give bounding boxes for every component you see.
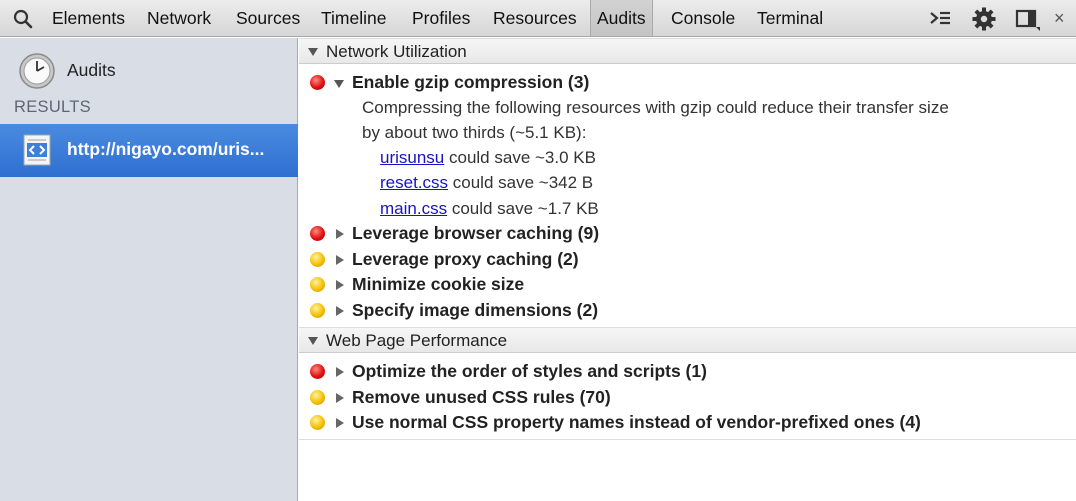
clock-icon [19, 53, 55, 89]
sidebar-result-item[interactable]: http://nigayo.com/uris... [0, 124, 298, 177]
resource-savings: could save ~342 B [452, 173, 594, 192]
resource-savings: could save ~3.0 KB [449, 148, 596, 167]
rule-title: Minimize cookie size [352, 274, 525, 294]
sidebar-audits-label: Audits [67, 60, 116, 80]
tab-console[interactable]: Console [671, 0, 735, 36]
rule-row[interactable]: Leverage proxy caching (2) [299, 248, 1076, 272]
collapsed-arrow-icon[interactable] [336, 393, 344, 403]
section-network-utilization[interactable]: Network Utilization [299, 38, 1076, 64]
error-icon [310, 364, 325, 379]
warning-icon [310, 277, 325, 292]
expanded-arrow-icon[interactable] [334, 80, 344, 88]
warning-icon [310, 390, 325, 405]
rule-row[interactable]: Remove unused CSS rules (70) [299, 386, 1076, 410]
dock-icon[interactable] [1014, 6, 1040, 32]
console-drawer-icon[interactable] [927, 6, 953, 32]
rule-title: Use normal CSS property names instead of… [352, 412, 921, 432]
collapsed-arrow-icon[interactable] [336, 306, 344, 316]
rule-title: Optimize the order of styles and scripts… [352, 361, 707, 381]
tab-terminal[interactable]: Terminal [757, 0, 823, 36]
section-title: Network Utilization [326, 42, 467, 61]
resource-link[interactable]: main.css [380, 199, 447, 218]
expand-triangle-icon [308, 337, 318, 345]
rule-title: Leverage browser caching (9) [352, 223, 600, 243]
tab-network[interactable]: Network [147, 0, 211, 36]
rule-row[interactable]: Specify image dimensions (2) [299, 299, 1076, 323]
error-icon [310, 75, 325, 90]
resource-item: urisunsu could save ~3.0 KB [380, 148, 596, 168]
search-icon[interactable] [12, 8, 34, 30]
resource-item: reset.css could save ~342 B [380, 173, 593, 193]
rule-title: Leverage proxy caching (2) [352, 249, 579, 269]
expand-triangle-icon [308, 48, 318, 56]
resource-savings: could save ~1.7 KB [451, 199, 599, 218]
tab-elements[interactable]: Elements [52, 0, 125, 36]
error-icon [310, 226, 325, 241]
toolbar: Elements Network Sources Timeline Profil… [0, 0, 1076, 37]
rule-title: Specify image dimensions (2) [352, 300, 599, 320]
close-button[interactable]: × [1054, 0, 1065, 36]
gear-icon[interactable] [971, 6, 997, 32]
warning-icon [310, 252, 325, 267]
resource-item: main.css could save ~1.7 KB [380, 199, 599, 219]
collapsed-arrow-icon[interactable] [336, 367, 344, 377]
tab-profiles[interactable]: Profiles [412, 0, 470, 36]
html-file-icon [23, 134, 51, 166]
rule-description: by about two thirds (~5.1 KB): [362, 123, 587, 142]
collapsed-arrow-icon[interactable] [336, 418, 344, 428]
rule-row[interactable]: Optimize the order of styles and scripts… [299, 360, 1076, 384]
sidebar-audits-item[interactable]: Audits [18, 46, 278, 89]
collapsed-arrow-icon[interactable] [336, 229, 344, 239]
results-heading: RESULTS [14, 98, 91, 116]
tab-sources[interactable]: Sources [236, 0, 300, 36]
section-title: Web Page Performance [326, 331, 508, 350]
divider [299, 439, 1076, 440]
tab-timeline[interactable]: Timeline [321, 0, 386, 36]
rule-row[interactable]: Leverage browser caching (9) [299, 222, 1076, 246]
rule-row[interactable]: Enable gzip compression (3) [299, 71, 1076, 95]
rule-row[interactable]: Use normal CSS property names instead of… [299, 411, 1076, 435]
rule-title: Remove unused CSS rules (70) [352, 387, 611, 407]
section-web-page-performance[interactable]: Web Page Performance [299, 327, 1076, 353]
resource-link[interactable]: urisunsu [380, 148, 444, 167]
tab-resources[interactable]: Resources [493, 0, 577, 36]
resource-link[interactable]: reset.css [380, 173, 448, 192]
tab-audits[interactable]: Audits [590, 0, 653, 36]
collapsed-arrow-icon[interactable] [336, 280, 344, 290]
audit-results-panel: Network Utilization Enable gzip compress… [299, 38, 1076, 501]
rule-row[interactable]: Minimize cookie size [299, 273, 1076, 297]
collapsed-arrow-icon[interactable] [336, 255, 344, 265]
warning-icon [310, 303, 325, 318]
sidebar: Audits RESULTS http://nigayo.com/uris... [0, 38, 298, 501]
rule-description: Compressing the following resources with… [362, 98, 949, 117]
sidebar-result-label: http://nigayo.com/uris... [67, 139, 265, 159]
rule-title: Enable gzip compression (3) [352, 72, 590, 92]
warning-icon [310, 415, 325, 430]
